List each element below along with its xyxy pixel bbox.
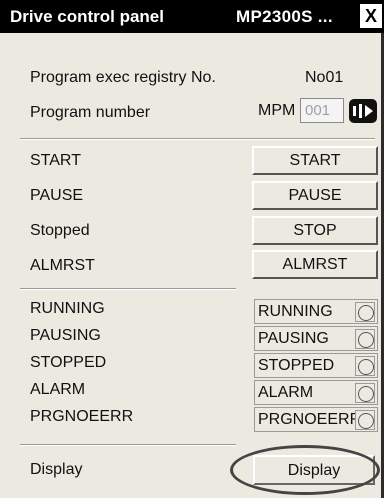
divider: [20, 288, 236, 290]
registry-label: Program exec registry No.: [30, 69, 216, 86]
divider: [20, 444, 236, 446]
command-label-start: START: [30, 152, 81, 169]
status-indicator-text: ALARM: [258, 384, 314, 401]
status-label-stopped: STOPPED: [30, 354, 107, 371]
registry-value: No01: [305, 69, 344, 86]
status-lamp-icon: [355, 410, 375, 430]
highlight-oval: [230, 445, 380, 495]
status-label-pausing: PAUSING: [30, 327, 101, 344]
status-indicator-prgnoeerr: PRGNOEERR: [254, 407, 378, 432]
command-label-stopped: Stopped: [30, 222, 90, 239]
close-button[interactable]: X: [360, 4, 382, 28]
command-label-pause: PAUSE: [30, 187, 84, 204]
command-label-almrst: ALMRST: [30, 257, 95, 274]
status-indicator-text: STOPPED: [258, 357, 335, 374]
status-indicator-running: RUNNING: [254, 299, 378, 324]
status-indicator-pausing: PAUSING: [254, 326, 378, 351]
status-lamp-icon: [355, 302, 375, 322]
window-title: Drive control panel: [10, 7, 164, 26]
almrst-button[interactable]: ALMRST: [252, 250, 378, 279]
pause-button[interactable]: PAUSE: [252, 181, 378, 210]
status-indicator-text: PRGNOEERR: [258, 411, 362, 428]
program-select-button[interactable]: [349, 99, 377, 123]
ellipsis-select-icon: [353, 104, 373, 118]
window-subtitle: MP2300S ...: [236, 7, 333, 26]
status-lamp-icon: [355, 356, 375, 376]
status-lamp-icon: [355, 329, 375, 349]
status-indicator-alarm: ALARM: [254, 380, 378, 405]
status-indicator-text: RUNNING: [258, 303, 333, 320]
program-prefix: MPM: [258, 102, 296, 119]
status-indicator-stopped: STOPPED: [254, 353, 378, 378]
drive-control-panel-window: Drive control panel MP2300S ... X Progra…: [0, 0, 384, 498]
start-button[interactable]: START: [252, 146, 378, 175]
status-label-prgnoeerr: PRGNOEERR: [30, 408, 134, 425]
divider: [20, 138, 375, 140]
status-indicator-text: PAUSING: [258, 330, 329, 347]
status-label-running: RUNNING: [30, 300, 105, 317]
status-label-alarm: ALARM: [30, 381, 86, 398]
title-bar[interactable]: Drive control panel MP2300S ... X: [0, 0, 384, 33]
program-number-label: Program number: [30, 104, 151, 121]
stop-button[interactable]: STOP: [252, 216, 378, 245]
program-number-field[interactable]: 001: [300, 98, 344, 123]
status-lamp-icon: [355, 383, 375, 403]
display-label: Display: [30, 461, 83, 478]
